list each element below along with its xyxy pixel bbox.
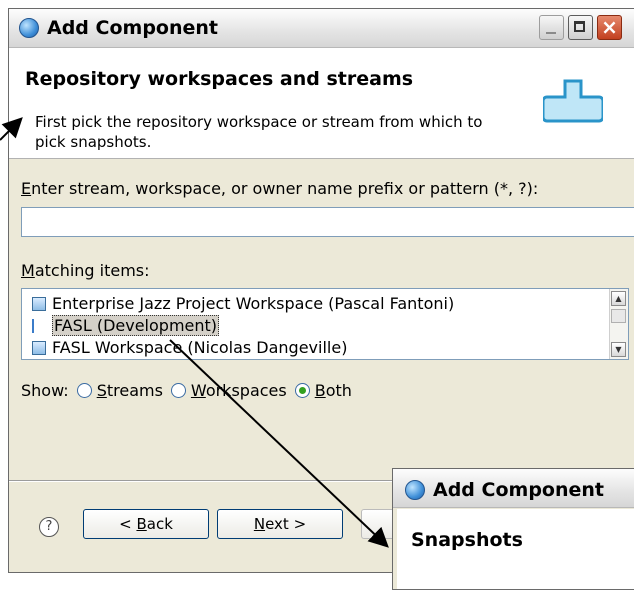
annotation-arrow-description	[0, 117, 23, 141]
annotation-arrow-next-dialog	[169, 339, 389, 548]
annotation-arrows	[0, 117, 389, 548]
